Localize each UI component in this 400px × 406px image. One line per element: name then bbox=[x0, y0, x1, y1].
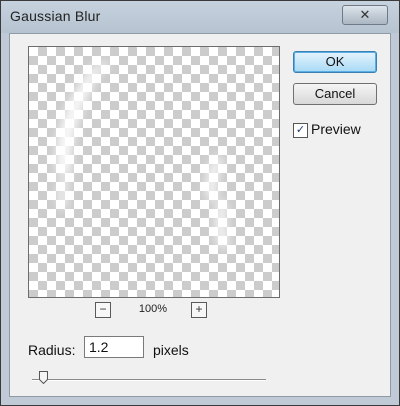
gaussian-blur-dialog: Gaussian Blur ✕ − 100% + OK Cancel ✓ Pre… bbox=[0, 0, 400, 406]
close-icon: ✕ bbox=[359, 7, 371, 22]
checkmark-icon: ✓ bbox=[295, 124, 306, 136]
close-button[interactable]: ✕ bbox=[342, 5, 388, 25]
radius-input[interactable] bbox=[84, 336, 144, 358]
title-bar[interactable]: Gaussian Blur ✕ bbox=[1, 1, 399, 33]
radius-label: Radius: bbox=[28, 342, 76, 358]
preview-checkbox-label: Preview bbox=[311, 121, 361, 137]
preview-canvas[interactable] bbox=[28, 46, 280, 298]
zoom-in-button[interactable]: + bbox=[191, 302, 207, 318]
radius-slider-track[interactable] bbox=[32, 379, 266, 381]
preview-checkbox[interactable]: ✓ bbox=[293, 123, 308, 138]
radius-unit: pixels bbox=[153, 342, 189, 358]
cancel-button[interactable]: Cancel bbox=[293, 83, 377, 105]
window-title: Gaussian Blur bbox=[10, 8, 101, 24]
zoom-out-button[interactable]: − bbox=[95, 302, 111, 318]
blur-preview-image bbox=[56, 61, 229, 247]
radius-slider-thumb[interactable] bbox=[39, 371, 49, 384]
dialog-content: − 100% + OK Cancel ✓ Preview Radius: pix… bbox=[9, 33, 391, 397]
zoom-level: 100% bbox=[138, 303, 168, 315]
ok-button[interactable]: OK bbox=[293, 51, 377, 73]
zoom-controls: − 100% + bbox=[10, 300, 300, 320]
